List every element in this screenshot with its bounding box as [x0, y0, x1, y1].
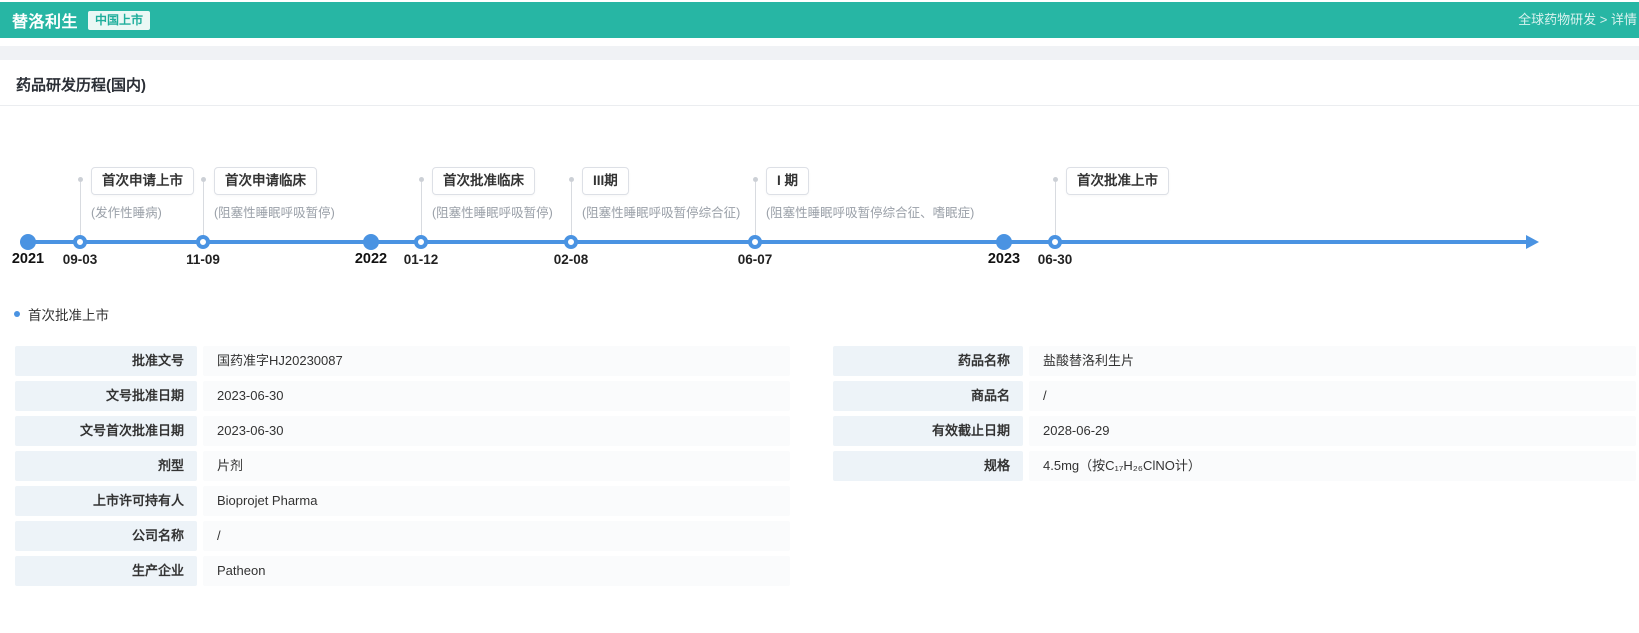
content-card: 药品研发历程(国内) 2021 2022 2023 首次申请上市 (发作性睡病)…	[0, 60, 1639, 633]
timeline-event-subtitle: (阻塞性睡眠呼吸暂停)	[214, 202, 335, 221]
field-value: 2023-06-30	[203, 416, 790, 446]
timeline-event-date: 06-07	[723, 252, 787, 267]
timeline-event-node[interactable]	[1048, 235, 1062, 249]
timeline-stem-dot	[1053, 177, 1058, 182]
field-value: 4.5mg（按C₁₇H₂₆ClNO计）	[1029, 451, 1636, 481]
timeline-event-date: 11-09	[171, 252, 235, 267]
field-label: 有效截止日期	[833, 416, 1023, 446]
market-status-badge: 中国上市	[88, 11, 150, 30]
timeline-event-title[interactable]: 首次批准临床	[432, 167, 535, 195]
table-row: 文号批准日期 2023-06-30	[15, 381, 790, 411]
table-row: 有效截止日期 2028-06-29	[833, 416, 1636, 446]
table-row: 规格 4.5mg（按C₁₇H₂₆ClNO计）	[833, 451, 1636, 481]
timeline-year-node	[363, 234, 379, 250]
timeline-stem-dot	[569, 177, 574, 182]
table-row: 文号首次批准日期 2023-06-30	[15, 416, 790, 446]
field-value: Bioprojet Pharma	[203, 486, 790, 516]
table-row: 药品名称 盐酸替洛利生片	[833, 346, 1636, 376]
timeline-event-title[interactable]: 首次申请临床	[214, 167, 317, 195]
timeline-stem	[755, 182, 756, 236]
field-value: 国药准字HJ20230087	[203, 346, 790, 376]
detail-section-label: 首次批准上市	[28, 304, 109, 324]
bullet-dot-icon	[14, 311, 20, 317]
timeline-stem-dot	[201, 177, 206, 182]
field-label: 生产企业	[15, 556, 197, 586]
detail-table-right: 药品名称 盐酸替洛利生片 商品名 / 有效截止日期 2028-06-29 规格 …	[833, 346, 1636, 591]
page-background-band	[0, 46, 1639, 60]
field-value: /	[203, 521, 790, 551]
field-label: 规格	[833, 451, 1023, 481]
timeline-stem-dot	[419, 177, 424, 182]
timeline-event-date: 06-30	[1023, 252, 1087, 267]
page-gap	[0, 38, 1639, 46]
timeline-year-node	[996, 234, 1012, 250]
field-value: /	[1029, 381, 1636, 411]
timeline-event-node[interactable]	[414, 235, 428, 249]
table-row: 剂型 片剂	[15, 451, 790, 481]
timeline-event-subtitle: (阻塞性睡眠呼吸暂停综合征、嗜眠症)	[766, 202, 974, 221]
timeline-event-node[interactable]	[748, 235, 762, 249]
field-label: 文号批准日期	[15, 381, 197, 411]
field-label: 商品名	[833, 381, 1023, 411]
timeline-axis	[20, 240, 1528, 244]
drug-name-title: 替洛利生	[12, 8, 78, 32]
timeline-stem	[203, 182, 204, 236]
field-value: 2028-06-29	[1029, 416, 1636, 446]
timeline-stem-dot	[753, 177, 758, 182]
field-label: 剂型	[15, 451, 197, 481]
breadcrumb[interactable]: 全球药物研发 > 详情	[1518, 2, 1639, 38]
field-label: 公司名称	[15, 521, 197, 551]
timeline-stem	[80, 182, 81, 236]
timeline-event-subtitle: (发作性睡病)	[91, 202, 162, 221]
field-label: 批准文号	[15, 346, 197, 376]
timeline-event-subtitle: (阻塞性睡眠呼吸暂停综合征)	[582, 202, 740, 221]
timeline-event-title[interactable]: 首次申请上市	[91, 167, 194, 195]
timeline-event-subtitle: (阻塞性睡眠呼吸暂停)	[432, 202, 553, 221]
timeline-event-node[interactable]	[73, 235, 87, 249]
table-row: 上市许可持有人 Bioprojet Pharma	[15, 486, 790, 516]
timeline-event-node[interactable]	[564, 235, 578, 249]
field-label: 上市许可持有人	[15, 486, 197, 516]
section-title: 药品研发历程(国内)	[16, 74, 1623, 95]
field-label: 药品名称	[833, 346, 1023, 376]
table-row: 生产企业 Patheon	[15, 556, 790, 586]
field-value: Patheon	[203, 556, 790, 586]
table-row: 公司名称 /	[15, 521, 790, 551]
field-value: 片剂	[203, 451, 790, 481]
timeline-stem	[1055, 182, 1056, 236]
table-row: 商品名 /	[833, 381, 1636, 411]
timeline-event-date: 01-12	[389, 252, 453, 267]
detail-tables: 批准文号 国药准字HJ20230087 文号批准日期 2023-06-30 文号…	[0, 346, 1639, 591]
timeline-stem	[421, 182, 422, 236]
development-timeline: 2021 2022 2023 首次申请上市 (发作性睡病) 09-03 首次申请…	[0, 106, 1639, 286]
field-label: 文号首次批准日期	[15, 416, 197, 446]
field-value: 2023-06-30	[203, 381, 790, 411]
timeline-event-date: 02-08	[539, 252, 603, 267]
timeline-event-title[interactable]: 首次批准上市	[1066, 167, 1169, 195]
app-header: 替洛利生 中国上市 全球药物研发 > 详情	[0, 2, 1639, 38]
timeline-event-node[interactable]	[196, 235, 210, 249]
timeline-year-node	[20, 234, 36, 250]
detail-table-left: 批准文号 国药准字HJ20230087 文号批准日期 2023-06-30 文号…	[15, 346, 790, 591]
timeline-event-date: 09-03	[48, 252, 112, 267]
table-row: 批准文号 国药准字HJ20230087	[15, 346, 790, 376]
timeline-event-title[interactable]: III期	[582, 167, 629, 195]
table-column-gap	[790, 346, 833, 591]
timeline-stem-dot	[78, 177, 83, 182]
field-value: 盐酸替洛利生片	[1029, 346, 1636, 376]
timeline-event-title[interactable]: I 期	[766, 167, 809, 195]
detail-section-header: 首次批准上市	[14, 304, 1639, 324]
timeline-arrow-icon	[1526, 235, 1539, 249]
timeline-stem	[571, 182, 572, 236]
